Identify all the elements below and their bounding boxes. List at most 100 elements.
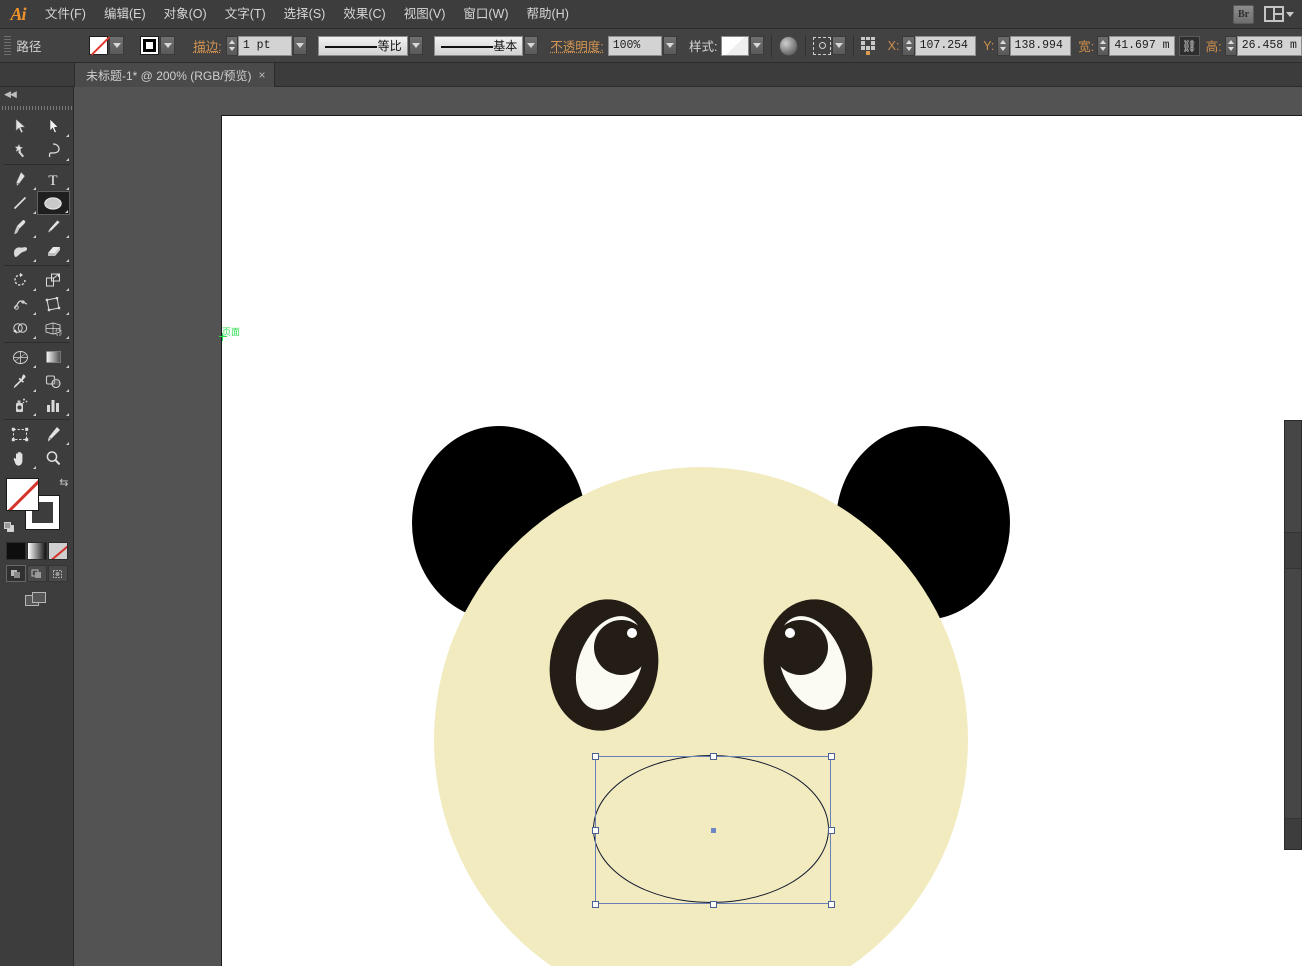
width-tool[interactable] <box>4 292 37 316</box>
panel-group-1[interactable] <box>1285 421 1301 533</box>
arrange-documents-icon[interactable] <box>1264 6 1294 22</box>
lasso-tool[interactable] <box>37 138 70 162</box>
width-field[interactable]: 41.697 m <box>1109 36 1174 56</box>
menu-file[interactable]: 文件(F) <box>36 0 95 29</box>
menu-window[interactable]: 窗口(W) <box>454 0 517 29</box>
opacity-label[interactable]: 不透明度: <box>550 36 603 55</box>
control-bar-grip[interactable] <box>4 36 11 56</box>
menu-type[interactable]: 文字(T) <box>216 0 275 29</box>
selection-handle-bottom-left[interactable] <box>592 901 599 908</box>
menu-help[interactable]: 帮助(H) <box>518 0 578 29</box>
menu-select[interactable]: 选择(S) <box>275 0 335 29</box>
style-dropdown-arrow[interactable] <box>750 36 764 55</box>
blend-tool[interactable] <box>37 369 70 393</box>
selection-handle-top-right[interactable] <box>828 753 835 760</box>
selection-handle-bottom-center[interactable] <box>710 901 717 908</box>
draw-behind-button[interactable] <box>27 565 47 582</box>
blob-brush-tool[interactable] <box>4 239 37 263</box>
color-button[interactable] <box>6 542 26 560</box>
hand-tool[interactable] <box>4 446 37 470</box>
selection-tool[interactable] <box>4 114 37 138</box>
stroke-profile-combo[interactable]: 等比 <box>318 36 407 56</box>
selection-handle-top-center[interactable] <box>710 753 717 760</box>
ellipse-tool[interactable] <box>37 191 70 215</box>
height-field[interactable]: 26.458 m <box>1237 36 1302 56</box>
shape-builder-tool[interactable] <box>4 316 37 340</box>
mesh-tool[interactable] <box>4 345 37 369</box>
stroke-weight-field[interactable]: 1 pt <box>238 36 292 56</box>
stroke-swatch-black[interactable] <box>140 36 159 55</box>
panda-left-pupil[interactable] <box>594 620 649 675</box>
eyedropper-tool[interactable] <box>4 369 37 393</box>
pencil-tool[interactable] <box>37 215 70 239</box>
draw-normal-button[interactable] <box>6 565 26 582</box>
free-transform-tool[interactable] <box>37 292 70 316</box>
height-stepper[interactable] <box>1225 36 1237 56</box>
symbol-sprayer-tool[interactable] <box>4 393 37 417</box>
tools-panel-grip[interactable] <box>0 103 73 112</box>
swap-fill-stroke-icon[interactable]: ⇆ <box>59 476 68 489</box>
transform-dropdown-arrow[interactable] <box>832 36 846 55</box>
selection-handle-top-left[interactable] <box>592 753 599 760</box>
line-segment-tool[interactable] <box>4 191 37 215</box>
direct-selection-tool[interactable] <box>37 114 70 138</box>
panel-group-3[interactable] <box>1285 569 1301 819</box>
paintbrush-tool[interactable] <box>4 215 37 239</box>
stroke-dropdown-arrow[interactable] <box>160 36 175 55</box>
stroke-profile-dropdown-arrow[interactable] <box>409 36 423 55</box>
stroke-weight-label[interactable]: 描边: <box>193 36 221 55</box>
x-stepper[interactable] <box>902 36 914 56</box>
close-icon[interactable]: × <box>259 68 266 82</box>
menu-object[interactable]: 对象(O) <box>155 0 216 29</box>
column-graph-tool[interactable] <box>37 393 70 417</box>
width-stepper[interactable] <box>1097 36 1109 56</box>
screen-mode-button[interactable] <box>4 592 70 610</box>
menu-effect[interactable]: 效果(C) <box>334 0 394 29</box>
rotate-tool[interactable] <box>4 268 37 292</box>
fill-swatch-none[interactable] <box>89 36 108 55</box>
constrain-proportions-link-icon[interactable]: ⛓ <box>1179 36 1199 56</box>
menu-view[interactable]: 视图(V) <box>395 0 455 29</box>
fill-swatch-group[interactable] <box>89 36 124 55</box>
none-button[interactable] <box>48 542 68 560</box>
artboard-tool[interactable] <box>4 422 37 446</box>
fill-color-swatch[interactable] <box>6 478 39 511</box>
brush-definition-combo[interactable]: 基本 <box>434 36 523 56</box>
stroke-weight-dropdown-arrow[interactable] <box>293 36 307 55</box>
document-tab[interactable]: 未标题-1* @ 200% (RGB/预览) × <box>74 63 275 87</box>
eraser-tool[interactable] <box>37 239 70 263</box>
type-tool[interactable]: T <box>37 167 70 191</box>
stroke-weight-stepper[interactable] <box>226 36 238 56</box>
zoom-tool[interactable] <box>37 446 70 470</box>
magic-wand-tool[interactable] <box>4 138 37 162</box>
opacity-field[interactable]: 100% <box>608 36 662 56</box>
opacity-dropdown-arrow[interactable] <box>663 36 677 55</box>
fill-dropdown-arrow[interactable] <box>109 36 124 55</box>
panel-group-2[interactable] <box>1285 533 1301 569</box>
collapse-panel-icon[interactable]: ◀◀ <box>4 89 16 100</box>
collapsed-panel-dock[interactable] <box>1284 420 1302 850</box>
slice-tool[interactable] <box>37 422 70 446</box>
scale-tool[interactable] <box>37 268 70 292</box>
perspective-grid-tool[interactable] <box>37 316 70 340</box>
transform-reference-icon[interactable] <box>813 37 832 55</box>
draw-inside-button[interactable] <box>48 565 68 582</box>
stroke-swatch-group[interactable] <box>140 36 175 55</box>
gradient-button[interactable] <box>27 542 47 560</box>
y-field[interactable]: 138.994 <box>1010 36 1072 56</box>
gradient-tool[interactable] <box>37 345 70 369</box>
tools-panel-header[interactable]: ◀◀ <box>0 87 73 101</box>
selection-handle-bottom-right[interactable] <box>828 901 835 908</box>
pen-tool[interactable] <box>4 167 37 191</box>
menu-edit[interactable]: 编辑(E) <box>95 0 155 29</box>
opacity-mask-icon[interactable] <box>779 36 798 56</box>
graphic-style-swatch[interactable] <box>721 36 749 56</box>
canvas-area[interactable]: 页面 <box>74 87 1302 966</box>
y-stepper[interactable] <box>997 36 1009 56</box>
x-field[interactable]: 107.254 <box>915 36 977 56</box>
selection-handle-middle-left[interactable] <box>592 827 599 834</box>
selection-handle-middle-right[interactable] <box>828 827 835 834</box>
panda-right-pupil[interactable] <box>773 620 828 675</box>
brush-definition-dropdown-arrow[interactable] <box>524 36 538 55</box>
default-fill-stroke-icon[interactable] <box>4 522 16 534</box>
